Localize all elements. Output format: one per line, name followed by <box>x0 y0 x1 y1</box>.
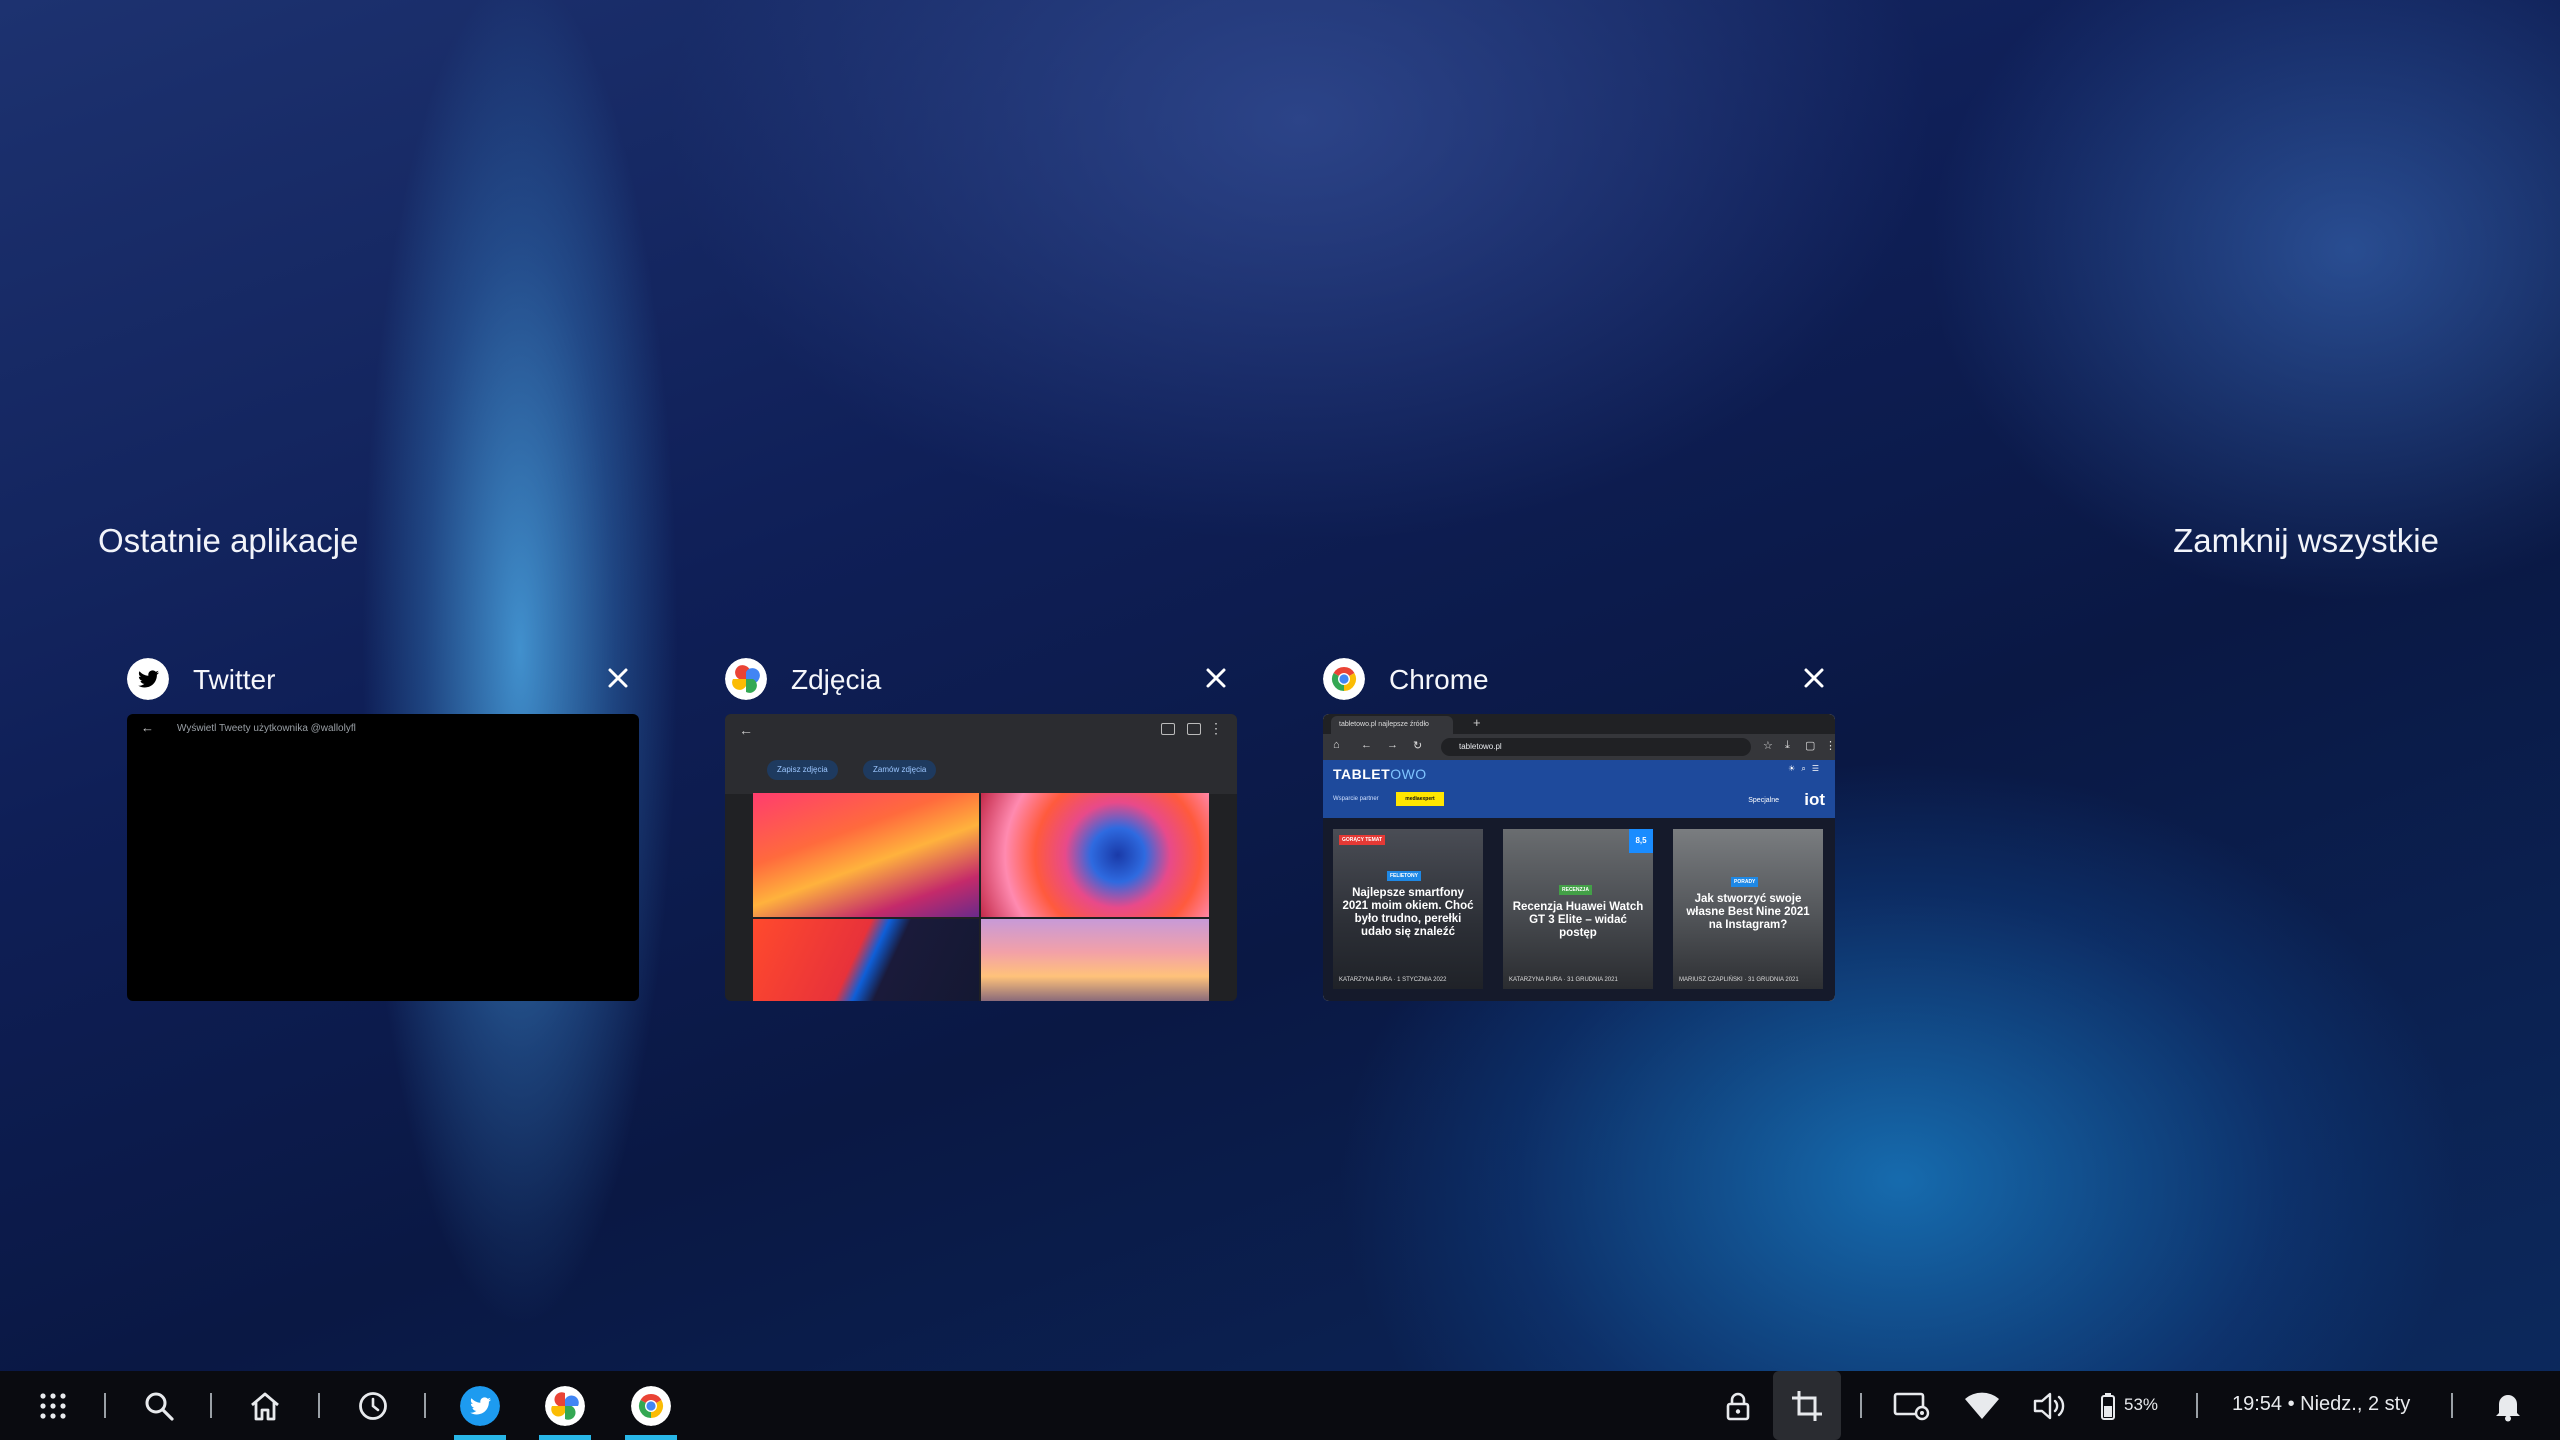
clock-icon <box>359 1391 387 1420</box>
recents-button[interactable] <box>350 1371 396 1440</box>
home-icon: ⌂ <box>1333 739 1340 751</box>
back-arrow-icon: ← <box>141 720 154 735</box>
close-icon[interactable] <box>1797 661 1831 695</box>
web-page: TABLETOWO Wsparcie partner mediaexpert ☀… <box>1323 760 1835 1001</box>
photo-tile <box>753 919 979 1001</box>
search-button[interactable] <box>136 1371 182 1440</box>
forward-icon: → <box>1387 739 1398 751</box>
taskbar-app-twitter[interactable] <box>454 1371 506 1440</box>
download-icon: ⤓ <box>1785 739 1790 751</box>
home-icon <box>251 1392 279 1420</box>
notifications-button[interactable] <box>2486 1371 2530 1440</box>
divider <box>2451 1393 2453 1418</box>
browser-tab: tabletowo.pl najlepsze źródło <box>1331 716 1453 734</box>
site-header-icons: ☀⌕☰ <box>1788 764 1825 773</box>
taskbar-app-photos[interactable] <box>539 1371 591 1440</box>
photo-tile <box>981 793 1209 917</box>
app-card-chrome[interactable]: Chrome tabletowo.pl najlepsze źródło + ⌂… <box>1323 655 1835 1001</box>
star-icon: ☆ <box>1763 740 1773 752</box>
wifi-status[interactable] <box>1958 1371 2006 1440</box>
new-tab-icon: + <box>1473 715 1481 730</box>
back-icon: ← <box>1361 739 1372 751</box>
special-link: Specjalne <box>1748 797 1779 804</box>
home-button[interactable] <box>242 1371 288 1440</box>
google-photos-icon <box>725 658 767 700</box>
article-card: GORĄCY TEMAT FELIETONY Najlepsze smartfo… <box>1333 829 1483 989</box>
bell-icon <box>2496 1394 2520 1421</box>
photo-tile <box>753 793 979 917</box>
app-name-twitter: Twitter <box>193 664 276 695</box>
preview-text: Wyświetl Tweety użytkownika @wallolyfl <box>177 723 356 734</box>
save-photos-chip: Zapisz zdjęcia <box>767 760 838 780</box>
volume-icon <box>2033 1392 2065 1419</box>
battery-status[interactable] <box>2096 1371 2120 1440</box>
google-photos-icon <box>545 1385 585 1426</box>
order-photos-chip: Zamów zdjęcia <box>863 760 937 780</box>
chrome-icon <box>1323 658 1365 700</box>
more-icon: ⋮ <box>1209 720 1223 736</box>
site-logo: TABLETOWO <box>1333 766 1427 782</box>
close-all-button[interactable]: Zamknij wszystkie <box>2173 522 2439 560</box>
screen-settings-icon <box>1893 1392 1930 1420</box>
wifi-icon <box>1965 1392 1999 1419</box>
lock-icon <box>1726 1392 1750 1420</box>
taskbar: 53% 19:54 • Niedz., 2 sty <box>0 1371 2560 1440</box>
slideshow-icon <box>1187 723 1201 735</box>
volume-button[interactable] <box>2026 1371 2074 1440</box>
divider <box>1860 1393 1862 1418</box>
divider <box>104 1393 106 1418</box>
partner-label: Wsparcie partner <box>1333 796 1379 802</box>
app-preview-photos[interactable]: ← ⋮ Zapisz zdjęcia Zamów zdjęcia <box>725 714 1237 1001</box>
address-bar: tabletowo.pl <box>1441 738 1751 756</box>
divider <box>318 1393 320 1418</box>
divider <box>424 1393 426 1418</box>
app-card-twitter[interactable]: Twitter ← Wyświetl Tweety użytkownika @w… <box>127 655 639 1001</box>
menu-icon: ⋮ <box>1825 740 1835 752</box>
running-indicator <box>454 1435 506 1440</box>
search-icon <box>145 1392 174 1421</box>
divider <box>210 1393 212 1418</box>
twitter-icon <box>460 1385 500 1426</box>
clock-date[interactable]: 19:54 • Niedz., 2 sty <box>2232 1393 2410 1416</box>
running-indicator <box>539 1435 591 1440</box>
close-icon[interactable] <box>601 661 635 695</box>
tabs-icon: ▢ <box>1805 740 1816 752</box>
article-card: PORADY Jak stworzyć swoje własne Best Ni… <box>1673 829 1823 989</box>
back-arrow-icon: ← <box>739 722 753 738</box>
overview-title: Ostatnie aplikacje <box>98 522 359 559</box>
app-preview-chrome[interactable]: tabletowo.pl najlepsze źródło + ⌂ ← → ↻ … <box>1323 714 1835 1001</box>
crop-icon <box>1792 1390 1822 1421</box>
lock-button[interactable] <box>1716 1371 1760 1440</box>
partner-logo: mediaexpert <box>1396 792 1444 806</box>
app-preview-twitter[interactable]: ← Wyświetl Tweety użytkownika @wallolyfl <box>127 714 639 1001</box>
app-grid-icon <box>40 1392 66 1419</box>
taskbar-app-chrome[interactable] <box>625 1371 677 1440</box>
iot-logo: iot <box>1804 790 1825 809</box>
article-card: 8,5 RECENZJA Recenzja Huawei Watch GT 3 … <box>1503 829 1653 989</box>
battery-icon <box>2101 1392 2115 1420</box>
reload-icon: ↻ <box>1413 740 1423 752</box>
app-card-photos[interactable]: Zdjęcia ← ⋮ Zapisz zdjęcia Zamów zdjęcia <box>725 655 1237 1001</box>
launcher-button[interactable] <box>30 1371 76 1440</box>
app-name-photos: Zdjęcia <box>791 664 882 695</box>
photo-tile <box>981 919 1209 1001</box>
running-indicator <box>625 1435 677 1440</box>
display-settings-button[interactable] <box>1888 1371 1936 1440</box>
cast-icon <box>1161 723 1175 735</box>
chrome-icon <box>631 1385 671 1426</box>
twitter-icon <box>127 658 169 700</box>
divider <box>2196 1393 2198 1418</box>
battery-percentage: 53% <box>2124 1395 2159 1414</box>
screenshot-crop-button[interactable] <box>1783 1371 1831 1440</box>
app-name-chrome: Chrome <box>1389 664 1489 695</box>
close-icon[interactable] <box>1199 661 1233 695</box>
